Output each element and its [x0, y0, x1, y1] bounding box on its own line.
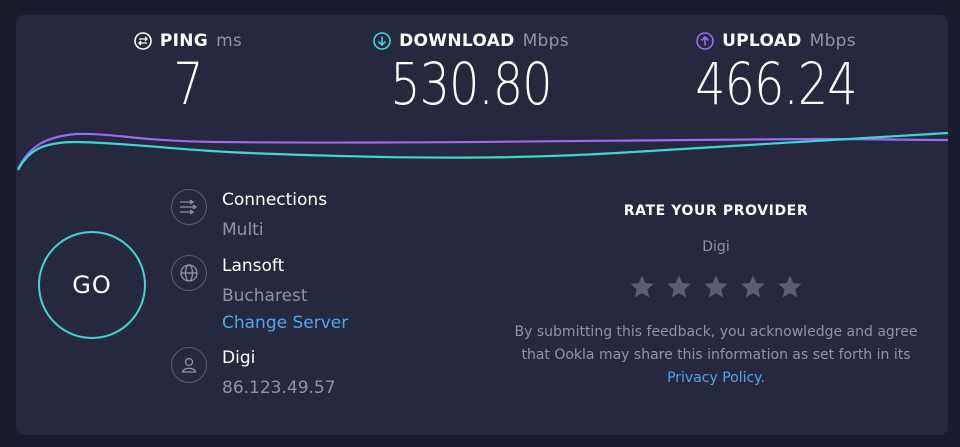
go-button[interactable]: GO: [38, 231, 146, 339]
star-icon[interactable]: [665, 273, 693, 301]
rate-provider-name: Digi: [702, 239, 730, 255]
rate-provider-section: RATE YOUR PROVIDER Digi By submitting th…: [506, 203, 926, 390]
upload-speed-line: [17, 132, 948, 170]
star-rating: [506, 273, 926, 301]
feedback-disclaimer: By submitting this feedback, you acknowl…: [506, 321, 926, 390]
isp-name: Digi: [222, 348, 256, 368]
star-icon[interactable]: [628, 273, 656, 301]
upload-label: UPLOAD: [722, 31, 802, 51]
isp-ip: 86.123.49.57: [222, 378, 336, 398]
star-icon[interactable]: [702, 273, 730, 301]
download-arrow-icon: [373, 32, 391, 50]
user-icon: [181, 357, 197, 373]
connections-icon: [180, 199, 198, 215]
privacy-policy-link[interactable]: Privacy Policy: [667, 370, 760, 386]
download-label: DOWNLOAD: [399, 31, 515, 51]
speedtest-panel: PING ms 7 DOWNLOAD Mbps 530.80 UPLOAD Mb…: [16, 15, 948, 435]
star-icon[interactable]: [739, 273, 767, 301]
upload-unit: Mbps: [809, 31, 856, 51]
upload-metric: UPLOAD Mbps 466.24: [666, 31, 886, 113]
server-info: Lansoft Bucharest Change Server: [171, 255, 348, 334]
globe-icon: [180, 264, 198, 282]
ping-gauge-icon: [134, 32, 152, 50]
ping-unit: ms: [216, 31, 243, 51]
ping-label: PING: [159, 31, 209, 51]
download-metric: DOWNLOAD Mbps 530.80: [356, 31, 586, 113]
server-name: Lansoft: [222, 256, 285, 276]
server-location: Bucharest: [222, 286, 308, 306]
download-value: 530.80: [390, 50, 552, 118]
connections-title: Connections: [222, 190, 328, 210]
isp-info: Digi 86.123.49.57: [171, 347, 336, 399]
star-icon[interactable]: [776, 273, 804, 301]
ping-metric: PING ms 7: [128, 31, 248, 113]
upload-arrow-icon: [696, 32, 714, 50]
change-server-link[interactable]: Change Server: [222, 312, 348, 334]
connections-value: Multi: [222, 220, 264, 240]
disclaimer-text: By submitting this feedback, you acknowl…: [514, 324, 918, 363]
speed-graph: [17, 131, 948, 171]
connections-info: Connections Multi: [171, 189, 327, 241]
upload-value: 466.24: [695, 50, 857, 118]
download-unit: Mbps: [522, 31, 569, 51]
disclaimer-end: .: [760, 370, 765, 386]
rate-title: RATE YOUR PROVIDER: [623, 203, 809, 219]
ping-value: 7: [173, 50, 203, 118]
